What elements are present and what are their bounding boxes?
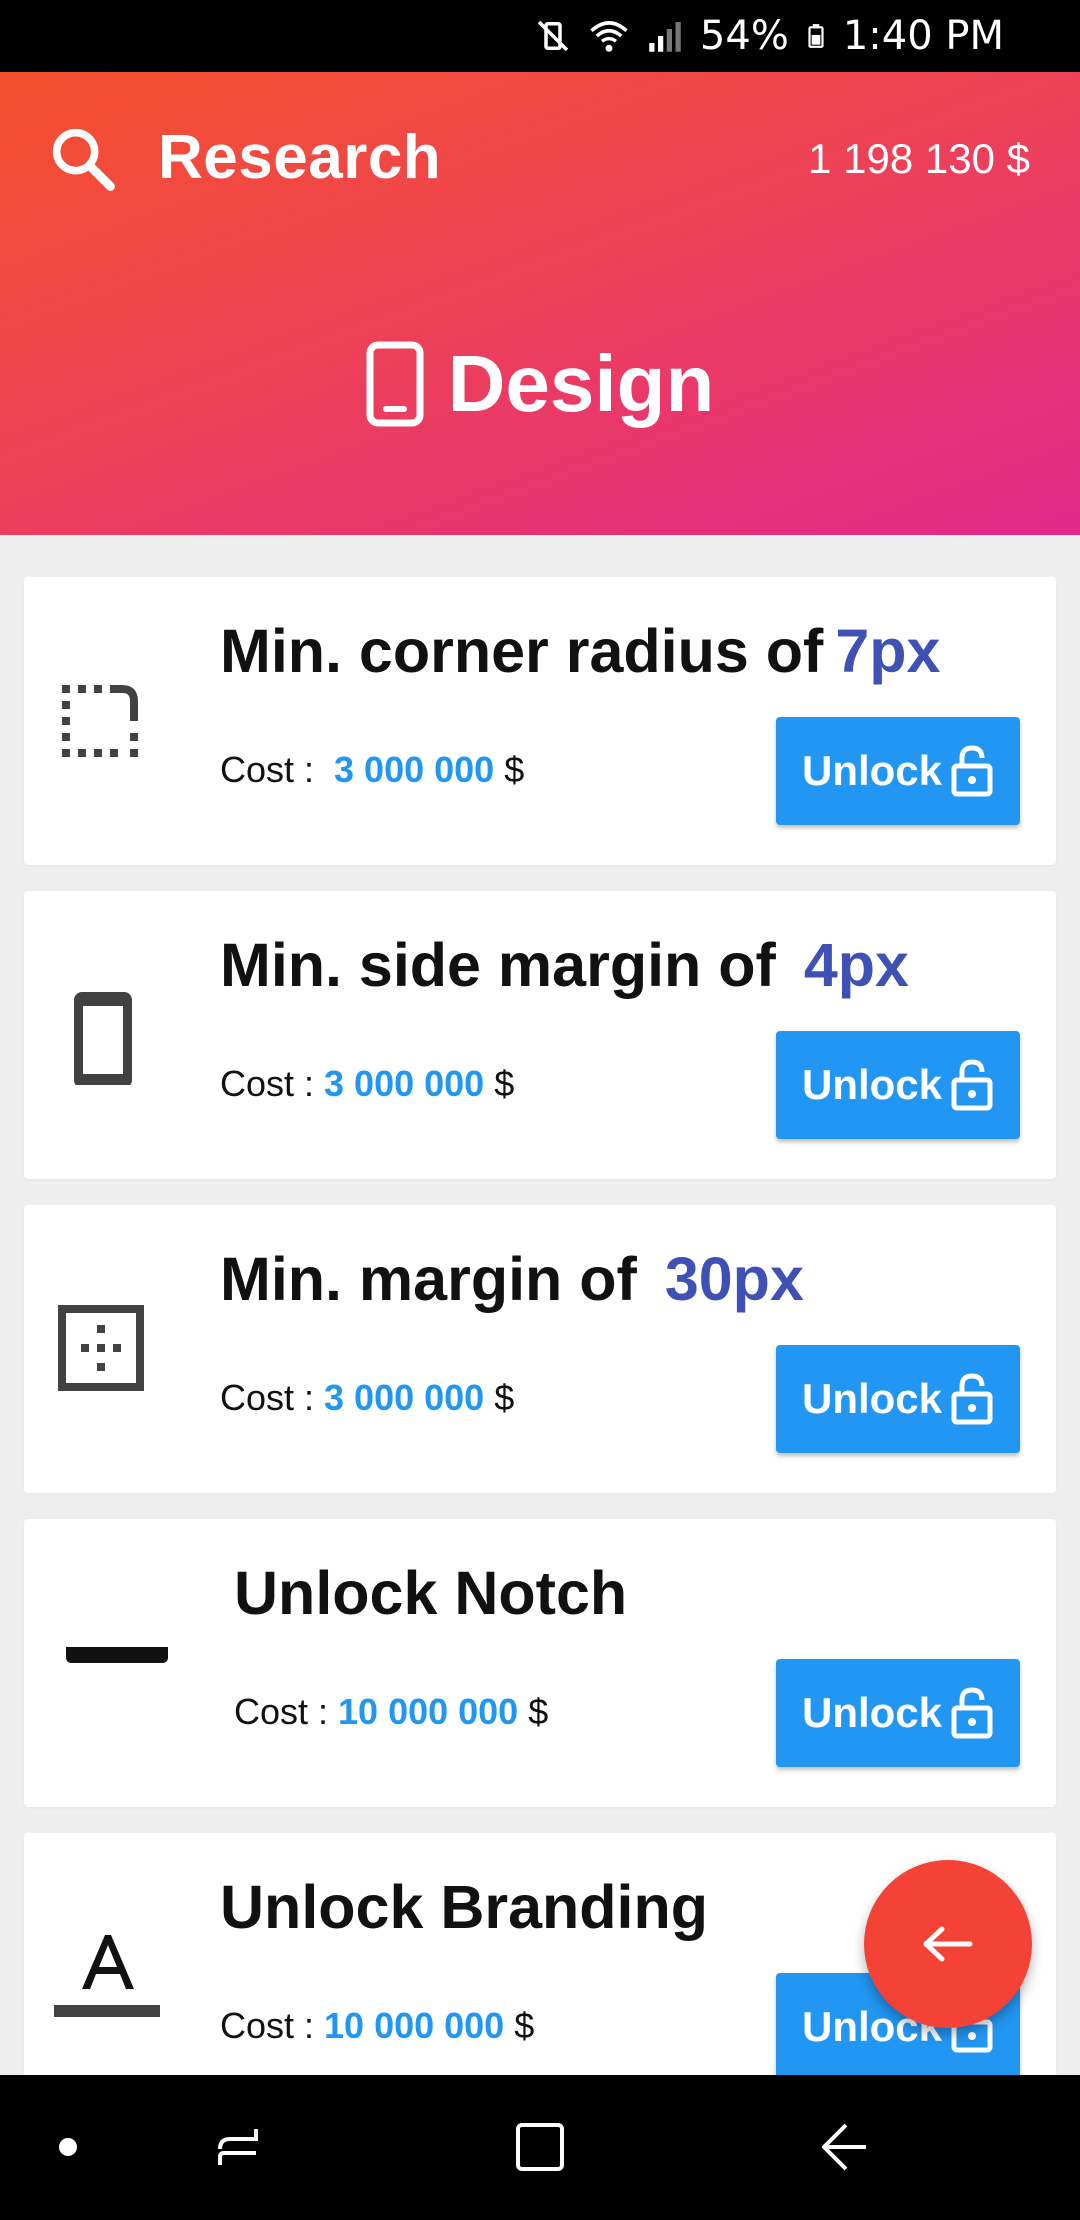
unlock-button[interactable]: Unlock	[776, 1659, 1020, 1767]
card-title: Min. side margin of 4px	[220, 931, 909, 999]
card-value: 4px	[803, 931, 909, 999]
unlock-button[interactable]: Unlock	[776, 1031, 1020, 1139]
branding-icon	[54, 1935, 160, 2017]
unlocked-lock-icon	[951, 1373, 993, 1425]
cost-row: Cost :3 000 000 $	[220, 749, 525, 790]
section-title: Design	[447, 339, 715, 428]
back-fab-button[interactable]	[864, 1860, 1032, 2028]
balance: 1 198 130 $	[808, 135, 1030, 182]
card-value: 7px	[835, 617, 941, 685]
cost-amount: 10 000 000	[324, 2005, 505, 2046]
card-title: Min. corner radius of 7px	[220, 617, 941, 685]
signal-icon	[649, 22, 681, 52]
back-arrow-icon	[923, 1926, 973, 1962]
battery-percent: 54%	[699, 13, 789, 59]
card-title: Unlock Notch	[234, 1559, 628, 1627]
vibrate-mute-icon	[537, 20, 569, 52]
unlocked-lock-icon	[951, 1687, 993, 1739]
search-icon[interactable]	[44, 120, 120, 196]
upgrade-card: Min. side margin of 4px Cost :3 000 000 $ …	[24, 891, 1056, 1179]
cost-amount: 3 000 000	[324, 1377, 485, 1418]
card-title: Min. margin of 30px	[220, 1245, 804, 1313]
clock: 1:40 PM	[842, 13, 1004, 59]
cost-amount: 10 000 000	[338, 1691, 519, 1732]
home-icon[interactable]	[508, 2115, 572, 2179]
system-nav-bar	[0, 2075, 1080, 2220]
battery-icon	[808, 24, 824, 48]
recent-apps-icon[interactable]	[206, 2115, 270, 2179]
unlock-button[interactable]: Unlock	[776, 717, 1020, 825]
cost-row: Cost :10 000 000 $	[220, 2005, 535, 2046]
cost-amount: 3 000 000	[324, 1063, 485, 1104]
cost-row: Cost :3 000 000 $	[220, 1063, 515, 1104]
phone-icon	[366, 341, 424, 427]
card-title: Unlock Branding	[220, 1873, 709, 1941]
cost-amount: 3 000 000	[334, 749, 495, 790]
cost-row: Cost :3 000 000 $	[220, 1377, 515, 1418]
unlocked-lock-icon	[951, 745, 993, 797]
back-icon[interactable]	[812, 2115, 876, 2179]
notch-icon	[66, 1647, 168, 1663]
margin-grid-icon	[58, 1305, 144, 1391]
section-heading: Design	[0, 334, 1080, 434]
wifi-icon	[590, 21, 628, 52]
card-value: 30px	[664, 1245, 804, 1313]
unlocked-lock-icon	[951, 1059, 993, 1111]
corner-radius-icon	[62, 685, 138, 757]
cost-row: Cost :10 000 000 $	[234, 1691, 549, 1732]
upgrade-card: Min. margin of 30px Cost :3 000 000 $ Unlo…	[24, 1205, 1056, 1493]
upgrade-card: Unlock Notch Cost :10 000 000 $ Unlock	[24, 1519, 1056, 1807]
status-bar: 54% 1:40 PM	[0, 0, 1080, 72]
page-title: Research	[158, 123, 442, 192]
upgrade-card: Min. corner radius of 7px Cost :3 000 000…	[24, 577, 1056, 865]
nav-dot-icon[interactable]	[36, 2115, 100, 2179]
header: Research 1 198 130 $ Design	[0, 72, 1080, 535]
unlock-button[interactable]: Unlock	[776, 1345, 1020, 1453]
phone-icon	[74, 992, 132, 1085]
